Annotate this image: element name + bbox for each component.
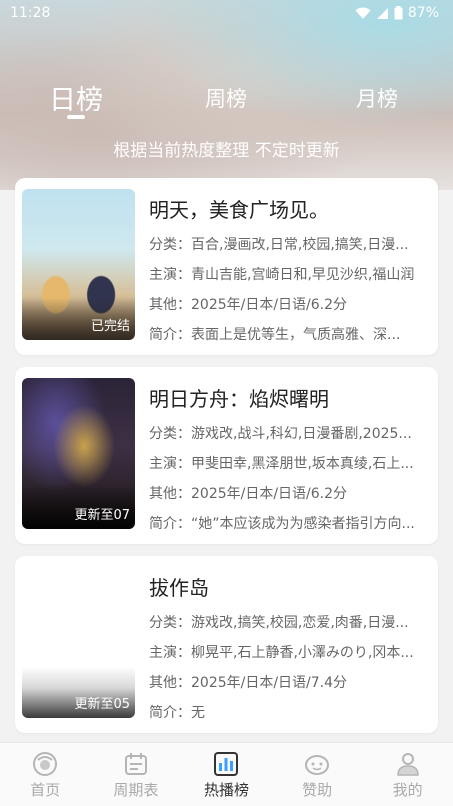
- home-icon: [33, 752, 58, 776]
- anime-category: 分类：百合,漫画改,日常,校园,搞笑,日漫...: [149, 237, 409, 253]
- anime-category: 分类：游戏改,搞笑,校园,恋爱,肉番,日漫...: [149, 615, 409, 631]
- anime-cast: 主演：甲斐田幸,黑泽朋世,坂本真绫,石上...: [149, 456, 414, 472]
- anime-other: 其他：2025年/日本/日语/6.2分: [149, 486, 348, 502]
- anime-intro: 简介：无: [149, 705, 205, 721]
- status-icons: 87%: [355, 5, 439, 21]
- nav-label: 热播榜: [203, 781, 249, 799]
- ranking-tabs: 日榜 周榜 月榜: [0, 75, 453, 125]
- anime-info: 拔作岛 分类：游戏改,搞笑,校园,恋爱,肉番,日漫... 主演：柳晃平,石上静香…: [149, 572, 431, 728]
- battery-percent: 87%: [407, 5, 439, 21]
- status-time: 11:28: [10, 5, 51, 21]
- tab-monthly[interactable]: 月榜: [327, 83, 427, 113]
- wifi-icon: [355, 7, 371, 19]
- chart-icon: [214, 752, 239, 776]
- anime-intro: 简介：表面上是优等生，气质高雅、深...: [149, 327, 401, 343]
- episode-badge: 更新至05: [74, 697, 130, 712]
- anime-intro: 简介：“她”本应该成为为感染者指引方向...: [149, 516, 415, 532]
- nav-profile[interactable]: 我的: [362, 743, 453, 806]
- bottom-navigation: 首页 周期表 热播榜 赞助 我的: [0, 742, 453, 806]
- signal-icon: [376, 7, 388, 19]
- nav-label: 赞助: [302, 781, 333, 799]
- profile-icon: [396, 753, 419, 776]
- anime-title: 拔作岛: [149, 576, 209, 600]
- anime-category: 分类：游戏改,战斗,科幻,日漫番剧,2025...: [149, 426, 412, 442]
- anime-other: 其他：2025年/日本/日语/7.4分: [149, 675, 348, 691]
- episode-badge: 已完结: [90, 319, 130, 334]
- anime-title: 明日方舟：焰烬曙明: [149, 387, 329, 411]
- nav-label: 首页: [30, 781, 61, 799]
- anime-cover[interactable]: 更新至07: [22, 378, 135, 529]
- anime-title: 明天，美食广场见。: [149, 198, 329, 222]
- anime-cast: 主演：青山吉能,宫崎日和,早见沙织,福山润: [149, 267, 415, 283]
- nav-label: 我的: [392, 781, 423, 799]
- anime-info: 明日方舟：焰烬曙明 分类：游戏改,战斗,科幻,日漫番剧,2025... 主演：甲…: [149, 383, 431, 539]
- active-tab-indicator: [67, 115, 85, 119]
- anime-card[interactable]: 已完结 明天，美食广场见。 分类：百合,漫画改,日常,校园,搞笑,日漫... 主…: [15, 178, 438, 355]
- episode-badge: 更新至07: [74, 508, 130, 523]
- sponsor-icon: [305, 755, 330, 775]
- tab-daily[interactable]: 日榜: [26, 78, 126, 117]
- anime-cover[interactable]: 已完结: [22, 189, 135, 340]
- nav-home[interactable]: 首页: [0, 743, 91, 806]
- tab-weekly[interactable]: 周榜: [176, 83, 276, 113]
- anime-card[interactable]: 更新至05 拔作岛 分类：游戏改,搞笑,校园,恋爱,肉番,日漫... 主演：柳晃…: [15, 556, 438, 733]
- anime-cast: 主演：柳晃平,石上静香,小澤みのり,冈本...: [149, 645, 414, 661]
- battery-icon: [394, 6, 403, 20]
- nav-sponsor[interactable]: 赞助: [272, 743, 363, 806]
- calendar-icon: [124, 753, 147, 775]
- anime-card[interactable]: 更新至07 明日方舟：焰烬曙明 分类：游戏改,战斗,科幻,日漫番剧,2025..…: [15, 367, 438, 544]
- anime-info: 明天，美食广场见。 分类：百合,漫画改,日常,校园,搞笑,日漫... 主演：青山…: [149, 194, 431, 350]
- nav-hot-ranking[interactable]: 热播榜: [181, 743, 272, 806]
- nav-schedule[interactable]: 周期表: [91, 743, 182, 806]
- anime-cover[interactable]: 更新至05: [22, 567, 135, 718]
- nav-label: 周期表: [113, 781, 159, 799]
- ranking-subtitle: 根据当前热度整理 不定时更新: [113, 141, 340, 161]
- anime-other: 其他：2025年/日本/日语/6.2分: [149, 297, 348, 313]
- status-bar: 11:28 87%: [0, 0, 453, 26]
